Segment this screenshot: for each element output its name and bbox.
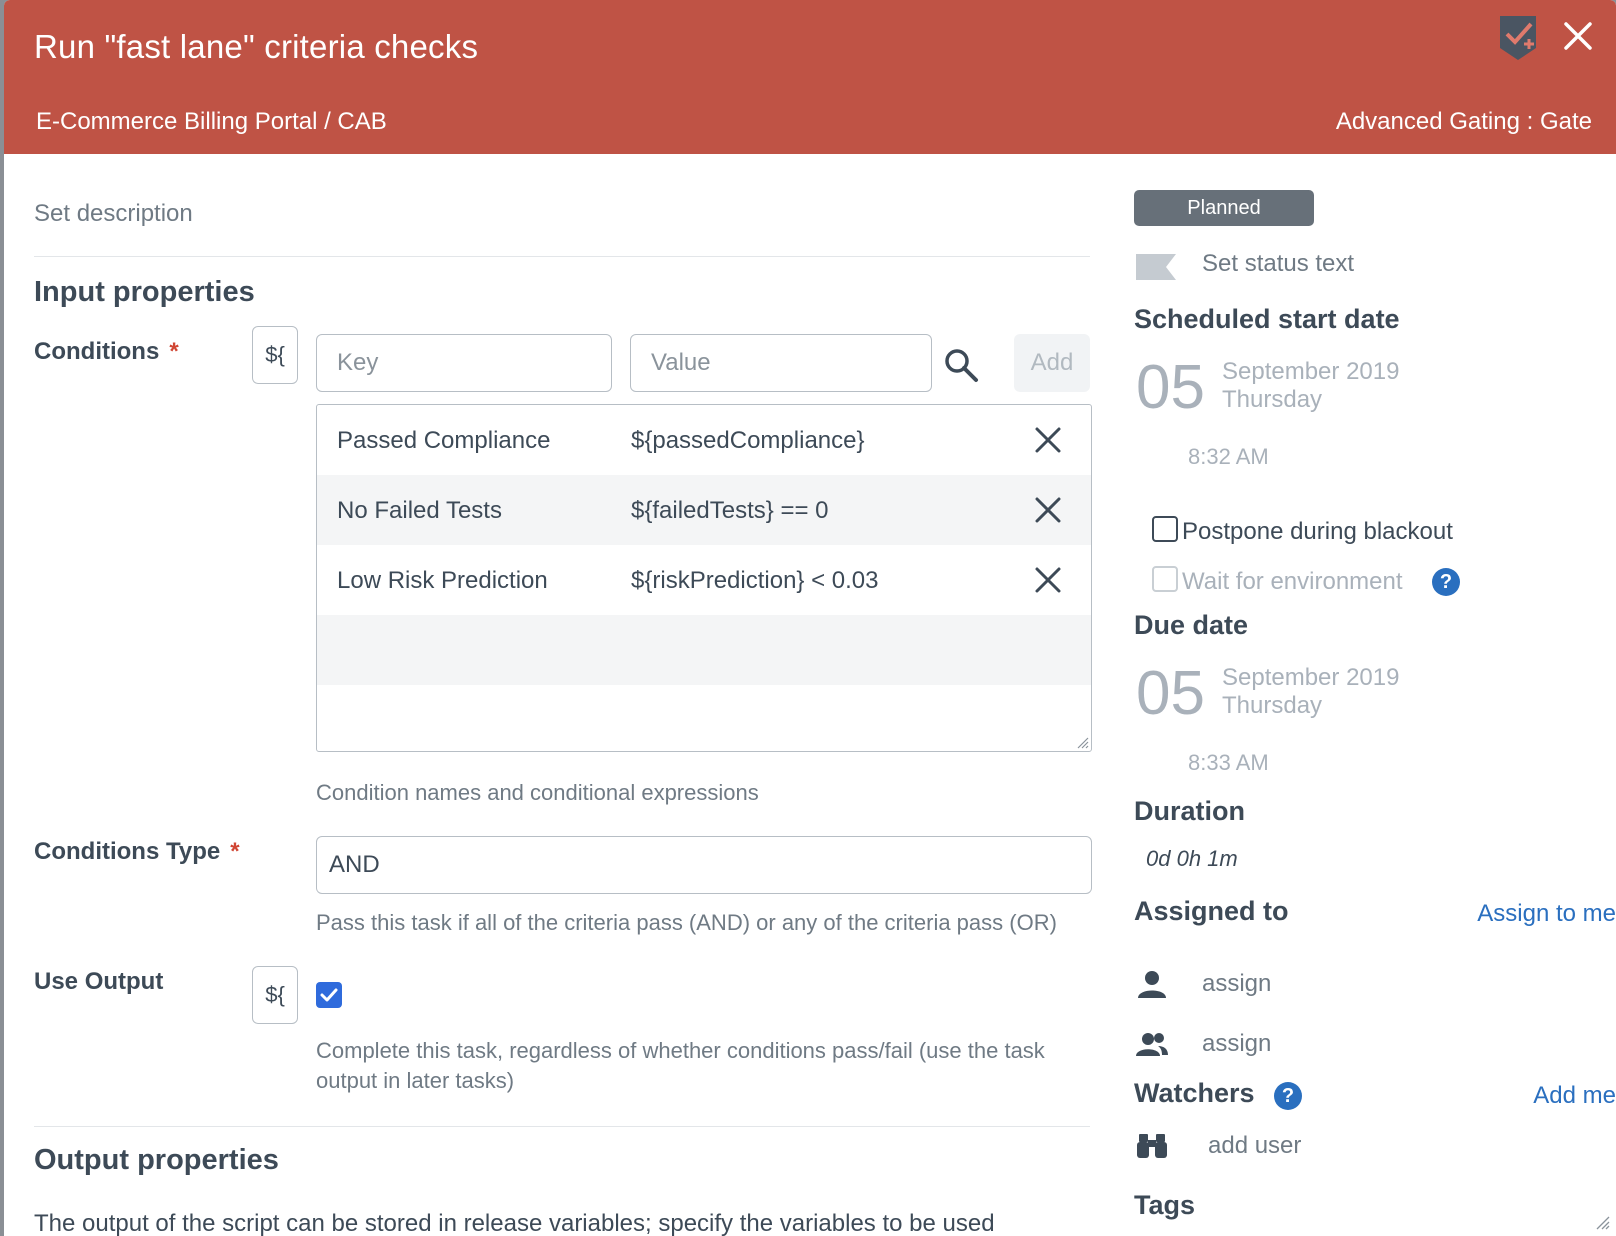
search-icon[interactable] bbox=[942, 346, 980, 384]
conditions-label: Conditions * bbox=[34, 338, 179, 366]
condition-value-input[interactable]: Value bbox=[630, 334, 932, 392]
add-me-link[interactable]: Add me bbox=[1533, 1082, 1616, 1110]
phase-label: Advanced Gating : Gate bbox=[1335, 108, 1592, 135]
postpone-blackout-label: Postpone during blackout bbox=[1182, 518, 1453, 545]
condition-key: Passed Compliance bbox=[337, 427, 551, 454]
table-row: Low Risk Prediction ${riskPrediction} < … bbox=[317, 545, 1091, 615]
task-title[interactable]: Run "fast lane" criteria checks bbox=[34, 28, 478, 66]
due-weekday: Thursday bbox=[1222, 692, 1323, 719]
conditions-label-text: Conditions bbox=[34, 338, 160, 365]
assigned-to-heading: Assigned to bbox=[1134, 896, 1289, 926]
conditions-type-label-text: Conditions Type bbox=[34, 838, 221, 865]
conditions-type-input[interactable]: AND bbox=[316, 836, 1092, 894]
task-sidebar: Planned Set status text Scheduled start … bbox=[1134, 154, 1616, 1236]
condition-value: ${passedCompliance} bbox=[631, 427, 865, 454]
resize-grip-icon[interactable] bbox=[1594, 1214, 1610, 1230]
assign-user-field[interactable]: assign bbox=[1202, 970, 1271, 998]
set-status-text[interactable]: Set status text bbox=[1202, 250, 1354, 278]
remove-icon[interactable] bbox=[1033, 495, 1063, 525]
use-output-help-line: output in later tasks) bbox=[316, 1068, 515, 1093]
due-time[interactable]: 8:33 AM bbox=[1188, 750, 1269, 776]
due-month: September 2019 bbox=[1222, 664, 1400, 691]
assign-team-field[interactable]: assign bbox=[1202, 1030, 1271, 1058]
table-row: Passed Compliance ${passedCompliance} bbox=[317, 405, 1091, 475]
empty-row bbox=[317, 615, 1091, 685]
output-properties-title: Output properties bbox=[34, 1144, 279, 1176]
use-output-variable-button[interactable]: ${ bbox=[252, 966, 298, 1024]
tags-heading: Tags bbox=[1134, 1190, 1196, 1220]
conditions-variable-button[interactable]: ${ bbox=[252, 326, 298, 384]
divider bbox=[34, 1126, 1090, 1127]
help-icon[interactable]: ? bbox=[1432, 568, 1460, 596]
flag-icon[interactable] bbox=[1136, 252, 1178, 282]
use-output-label: Use Output bbox=[34, 968, 164, 995]
conditions-type-label: Conditions Type * bbox=[34, 838, 240, 866]
scheduled-start-heading: Scheduled start date bbox=[1134, 304, 1400, 334]
remove-icon[interactable] bbox=[1033, 565, 1063, 595]
binoculars-icon bbox=[1137, 1134, 1167, 1158]
due-day[interactable]: 05 bbox=[1136, 658, 1205, 729]
postpone-blackout-checkbox[interactable] bbox=[1152, 516, 1178, 542]
scheduled-start-weekday: Thursday bbox=[1222, 386, 1323, 413]
scheduled-start-month: September 2019 bbox=[1222, 358, 1400, 385]
check-icon bbox=[320, 988, 338, 1002]
team-icon bbox=[1136, 1033, 1168, 1056]
conditions-table: Passed Compliance ${passedCompliance} No… bbox=[316, 404, 1092, 752]
close-icon[interactable] bbox=[1562, 20, 1594, 52]
condition-key: Low Risk Prediction bbox=[337, 567, 548, 594]
required-marker: * bbox=[169, 338, 179, 365]
condition-value: ${riskPrediction} < 0.03 bbox=[631, 567, 879, 594]
divider bbox=[34, 256, 1090, 257]
assign-to-me-link[interactable]: Assign to me bbox=[1477, 900, 1616, 928]
use-output-checkbox[interactable] bbox=[316, 982, 342, 1008]
resize-grip-icon[interactable] bbox=[1075, 735, 1089, 749]
watchers-heading: Watchers bbox=[1134, 1078, 1255, 1108]
wait-environment-checkbox bbox=[1152, 566, 1178, 592]
remove-icon[interactable] bbox=[1033, 425, 1063, 455]
add-condition-button[interactable]: Add bbox=[1014, 334, 1090, 392]
help-icon[interactable]: ? bbox=[1274, 1082, 1302, 1110]
scheduled-start-day[interactable]: 05 bbox=[1136, 352, 1205, 423]
condition-key: No Failed Tests bbox=[337, 497, 502, 524]
table-row: No Failed Tests ${failedTests} == 0 bbox=[317, 475, 1091, 545]
use-output-help: Complete this task, regardless of whethe… bbox=[316, 1036, 1045, 1096]
status-badge: Planned bbox=[1134, 190, 1314, 226]
condition-value: ${failedTests} == 0 bbox=[631, 497, 829, 524]
breadcrumb: E-Commerce Billing Portal / CAB bbox=[36, 108, 387, 135]
add-watcher-field[interactable]: add user bbox=[1208, 1132, 1301, 1160]
due-date-heading: Due date bbox=[1134, 610, 1249, 640]
wait-environment-label: Wait for environment bbox=[1182, 568, 1403, 595]
duration-value[interactable]: 0d 0h 1m bbox=[1146, 846, 1238, 872]
task-modal: Run "fast lane" criteria checks E-Commer… bbox=[4, 0, 1616, 1236]
conditions-type-help: Pass this task if all of the criteria pa… bbox=[316, 910, 1057, 935]
input-properties-title: Input properties bbox=[34, 276, 255, 308]
condition-key-input[interactable]: Key bbox=[316, 334, 612, 392]
conditions-help: Condition names and conditional expressi… bbox=[316, 780, 759, 805]
duration-heading: Duration bbox=[1134, 796, 1245, 826]
scheduled-start-time[interactable]: 8:32 AM bbox=[1188, 444, 1269, 470]
set-description[interactable]: Set description bbox=[34, 200, 193, 228]
user-icon bbox=[1138, 971, 1166, 998]
required-marker: * bbox=[230, 838, 240, 865]
task-details-panel: Set description Input properties Conditi… bbox=[4, 154, 1094, 1236]
use-output-help-line: Complete this task, regardless of whethe… bbox=[316, 1038, 1045, 1063]
output-properties-description: The output of the script can be stored i… bbox=[34, 1210, 995, 1236]
modal-header: Run "fast lane" criteria checks E-Commer… bbox=[4, 0, 1616, 154]
task-badge-icon[interactable] bbox=[1498, 14, 1538, 62]
